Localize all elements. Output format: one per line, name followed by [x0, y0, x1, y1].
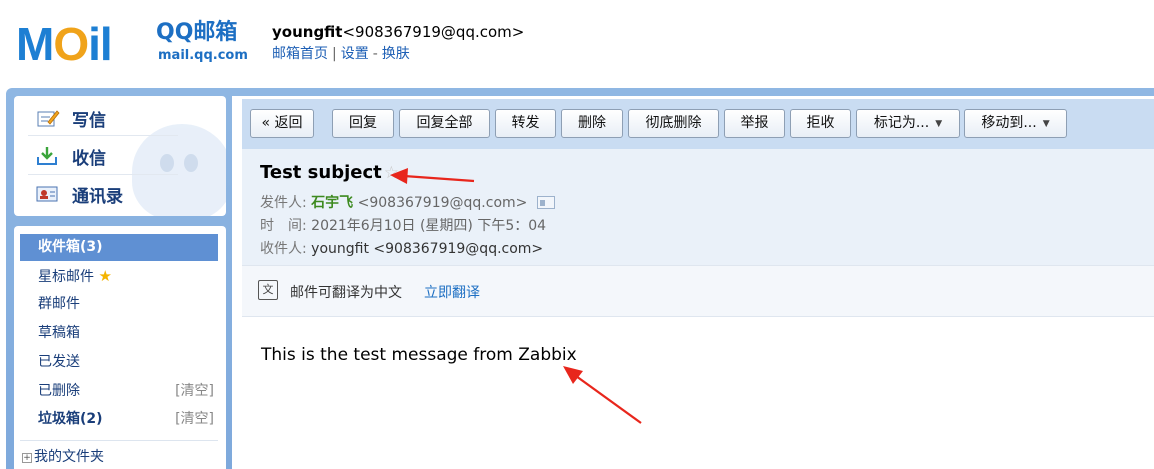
sender-name[interactable]: 石宇飞 [311, 195, 353, 211]
contacts-button[interactable]: 通讯录 [36, 178, 123, 210]
delete-button[interactable]: 删除 [561, 109, 623, 138]
quick-actions-panel: 写信 收信 通讯录 [14, 96, 226, 216]
folder-deleted-label: 已删除 [38, 383, 80, 399]
logo-cn: QQ邮箱 [156, 20, 238, 45]
folder-spam[interactable]: 垃圾箱(2) [清空] [20, 406, 218, 433]
contacts-icon [36, 184, 60, 204]
report-button[interactable]: 举报 [724, 109, 785, 138]
sender-email: <908367919@qq.com> [357, 195, 528, 211]
dropdown-arrow-icon: ▼ [1042, 119, 1050, 129]
penguin-watermark-icon [132, 124, 226, 216]
compose-label: 写信 [72, 110, 106, 131]
message-header: Test subject ☆ 发件人: 石宇飞 <908367919@qq.com… [242, 149, 1154, 265]
folder-sent[interactable]: 已发送 [20, 349, 218, 376]
recipient-value: youngfit <908367919@qq.com> [311, 241, 544, 257]
folder-sent-label: 已发送 [38, 354, 80, 370]
my-folders-label: 我的文件夹 [34, 449, 104, 465]
compose-icon [36, 108, 60, 128]
inbox-download-icon [36, 146, 60, 166]
folder-group[interactable]: 群邮件 [20, 291, 218, 318]
clear-deleted-link[interactable]: [清空] [175, 378, 214, 405]
dropdown-arrow-icon: ▼ [935, 119, 943, 129]
mailbox-home-link[interactable]: 邮箱首页 [272, 46, 328, 62]
folder-inbox-label: 收件箱(3) [38, 239, 103, 255]
header: MOil QQ邮箱 mail.qq.com youngfit<908367919… [0, 0, 1154, 88]
header-links: 邮箱首页 | 设置 - 换肤 [272, 44, 410, 64]
move-to-dropdown[interactable]: 移动到... ▼ [964, 109, 1067, 138]
reject-button[interactable]: 拒收 [790, 109, 851, 138]
folder-spam-label: 垃圾箱(2) [38, 411, 103, 427]
qq-mail-logo[interactable]: MOil QQ邮箱 mail.qq.com [16, 18, 256, 70]
time-value: 2021年6月10日 (星期四) 下午5：04 [311, 218, 547, 234]
folder-group-label: 群邮件 [38, 296, 80, 312]
sender-label: 发件人: [260, 195, 307, 211]
receive-label: 收信 [72, 148, 106, 169]
time-line: 时 间: 2021年6月10日 (星期四) 下午5：04 [260, 216, 546, 236]
delete-permanent-button[interactable]: 彻底删除 [628, 109, 719, 138]
mark-as-dropdown[interactable]: 标记为... ▼ [856, 109, 960, 138]
message-subject: Test subject ☆ [260, 161, 399, 185]
divider [20, 440, 218, 441]
folder-drafts-label: 草稿箱 [38, 325, 80, 341]
star-icon: ★ [98, 267, 112, 285]
contacts-label: 通讯录 [72, 186, 123, 207]
receive-button[interactable]: 收信 [36, 140, 106, 172]
separator: - [372, 46, 378, 62]
message-body: This is the test message from Zabbix [261, 345, 577, 365]
translate-icon: 文 [258, 280, 278, 300]
move-to-label: 移动到... [981, 115, 1037, 131]
folder-starred[interactable]: 星标邮件 ★ [20, 263, 218, 290]
message-toolbar: « 返回 回复 回复全部 转发 删除 彻底删除 举报 拒收 标记为... ▼ 移动… [242, 99, 1154, 149]
subject-text: Test subject [260, 162, 382, 183]
skin-link[interactable]: 换肤 [382, 46, 410, 62]
forward-button[interactable]: 转发 [495, 109, 556, 138]
mark-as-label: 标记为... [873, 115, 930, 131]
settings-link[interactable]: 设置 [341, 46, 369, 62]
recipient-label: 收件人: [260, 241, 307, 257]
message-panel: « 返回 回复 回复全部 转发 删除 彻底删除 举报 拒收 标记为... ▼ 移动… [232, 96, 1154, 469]
contact-card-icon[interactable] [537, 196, 556, 209]
compose-button[interactable]: 写信 [36, 102, 106, 134]
recipient-line: 收件人: youngfit <908367919@qq.com> [260, 239, 543, 259]
logo-url: mail.qq.com [158, 48, 248, 63]
time-label: 时 间: [260, 218, 307, 234]
reply-all-button[interactable]: 回复全部 [399, 109, 490, 138]
clear-spam-link[interactable]: [清空] [175, 406, 214, 433]
divider [28, 174, 178, 175]
expand-icon[interactable]: + [22, 453, 32, 463]
folder-deleted[interactable]: 已删除 [清空] [20, 378, 218, 405]
user-name: youngfit [272, 23, 343, 41]
back-button[interactable]: « 返回 [250, 109, 314, 138]
user-line: youngfit<908367919@qq.com> [272, 22, 524, 42]
folder-drafts[interactable]: 草稿箱 [20, 320, 218, 347]
user-email: <908367919@qq.com> [342, 23, 525, 41]
sender-line: 发件人: 石宇飞 <908367919@qq.com> [260, 193, 556, 213]
folder-inbox[interactable]: 收件箱(3) [20, 234, 218, 261]
folder-starred-label: 星标邮件 [38, 269, 94, 285]
divider [28, 135, 178, 136]
separator: | [332, 46, 337, 62]
logo-brand: MOil [16, 18, 113, 70]
translate-bar: 文 邮件可翻译为中文 立即翻译 [242, 265, 1154, 317]
star-toggle-icon[interactable]: ☆ [384, 163, 399, 183]
my-folders[interactable]: + 我的文件夹 [22, 446, 104, 468]
reply-button[interactable]: 回复 [332, 109, 394, 138]
folder-list: 收件箱(3) 星标邮件 ★ 群邮件 草稿箱 已发送 已删除 [清空] 垃圾箱(2)… [14, 226, 226, 469]
translate-text: 邮件可翻译为中文 [290, 285, 402, 301]
translate-now-link[interactable]: 立即翻译 [424, 282, 480, 302]
